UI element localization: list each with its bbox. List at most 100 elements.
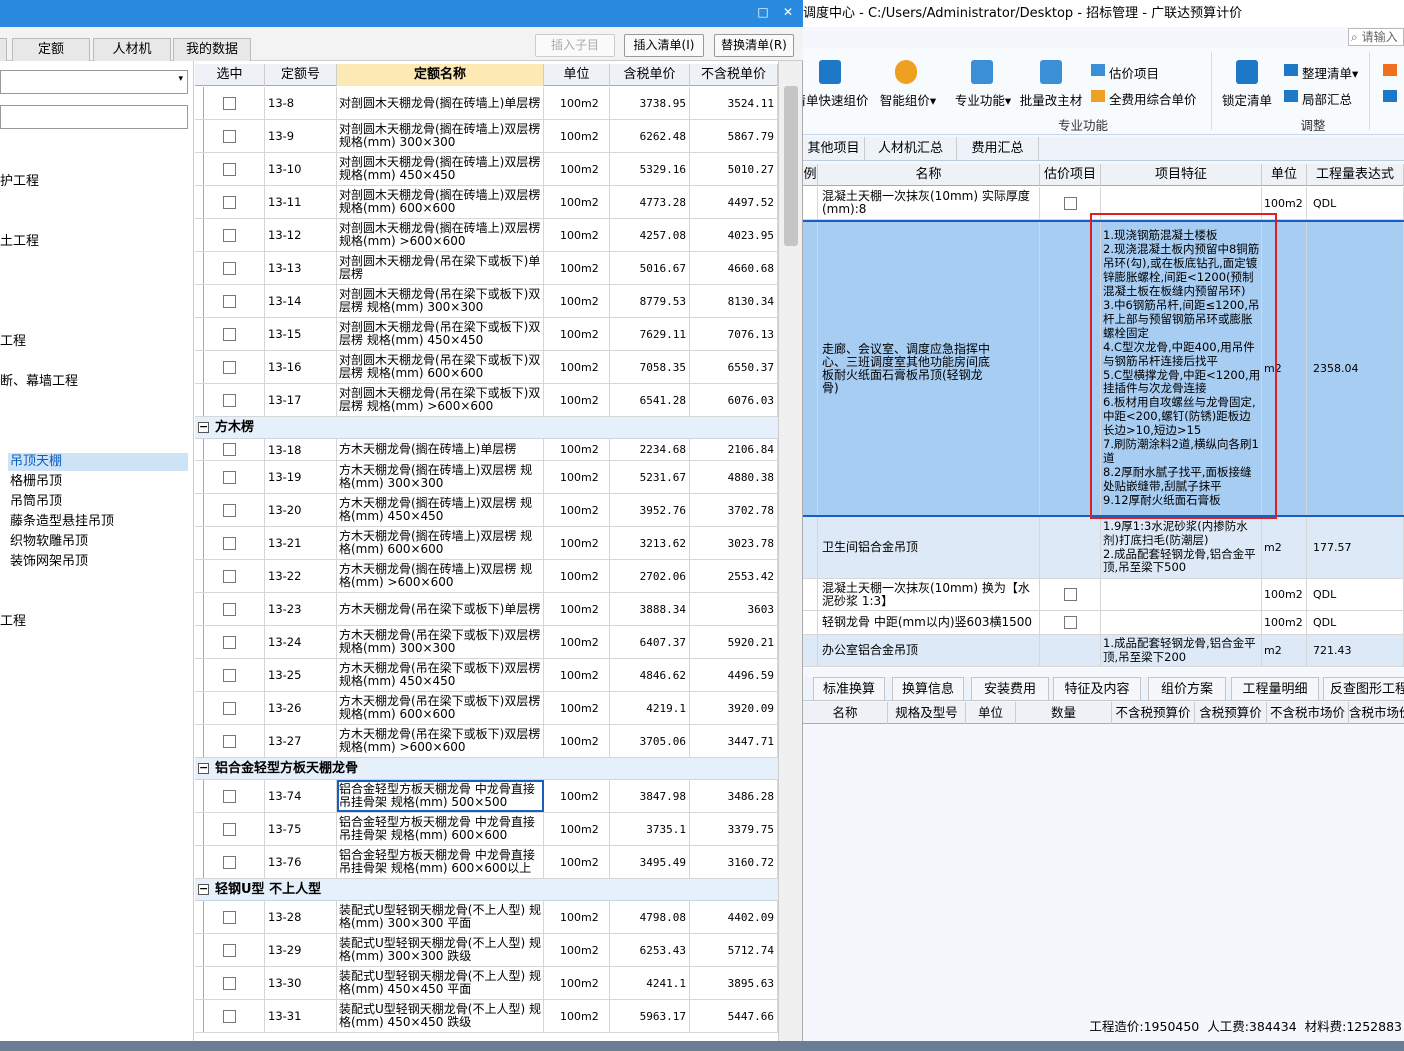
batch-material-button[interactable]: 批量改主材 [1018, 90, 1084, 109]
row-checkbox[interactable] [223, 536, 236, 550]
col-header[interactable]: 名称 [803, 702, 888, 724]
tree-item[interactable]: 吊筒吊顶 [10, 493, 62, 511]
search-input[interactable]: ⌕ 请输入 [1348, 28, 1404, 46]
select-cell[interactable] [195, 219, 265, 251]
tool-icon[interactable] [1383, 90, 1397, 102]
select-cell[interactable] [195, 813, 265, 845]
col-header[interactable]: 单位 [1262, 164, 1307, 186]
row-checkbox[interactable] [223, 668, 236, 682]
row-checkbox[interactable] [223, 228, 236, 242]
col-header[interactable]: 工程量表达式 [1307, 164, 1404, 186]
close-icon[interactable]: ✕ [781, 5, 795, 19]
quota-row[interactable]: 13-28 装配式U型轻钢天棚龙骨(不上人型) 规格(mm) 300×300 平面… [195, 901, 778, 934]
col-header[interactable]: 含税预算价 [1195, 702, 1267, 724]
col-header[interactable]: 不含税市场价 [1267, 702, 1349, 724]
lock-list-button[interactable]: 锁定清单 [1217, 90, 1277, 109]
row-checkbox[interactable] [223, 569, 236, 583]
group-row[interactable]: − 方木楞 [195, 417, 778, 439]
quota-row[interactable]: 13-25 方木天棚龙骨(吊在梁下或板下)双层楞 规格(mm) 450×450 10… [195, 659, 778, 692]
bill-row[interactable]: 办公室铝合金吊顶 1.成品配套轻钢龙骨,铝合金平顶,吊至梁下200 m2 721.43 [803, 635, 1404, 667]
col-header[interactable]: 不含税预算价 [1112, 702, 1195, 724]
col-header[interactable]: 含税市场价 [1349, 702, 1404, 724]
collapse-icon[interactable]: − [198, 421, 209, 433]
select-cell[interactable] [195, 494, 265, 526]
bill-row[interactable]: 混凝土天棚一次抹灰(10mm) 换为【水泥砂浆 1:3】 100m2 QDL [803, 579, 1404, 611]
row-checkbox[interactable] [223, 602, 236, 616]
quota-row[interactable]: 13-29 装配式U型轻钢天棚龙骨(不上人型) 规格(mm) 300×300 跌级… [195, 934, 778, 967]
col-header[interactable]: 不含税单价 [690, 64, 778, 86]
select-cell[interactable] [195, 659, 265, 691]
row-checkbox[interactable] [223, 734, 236, 748]
row-checkbox[interactable] [223, 393, 236, 407]
select-cell[interactable] [195, 846, 265, 878]
quota-row[interactable]: 13-11 对剖圆木天棚龙骨(搁在砖墙上)双层楞 规格(mm) 600×600 10… [195, 186, 778, 219]
select-cell[interactable] [195, 439, 265, 460]
quota-row[interactable]: 13-24 方木天棚龙骨(吊在梁下或板下)双层楞 规格(mm) 300×300 10… [195, 626, 778, 659]
quota-row[interactable]: 13-20 方木天棚龙骨(搁在砖墙上)双层楞 规格(mm) 450×450 100m… [195, 494, 778, 527]
estimate-item-button[interactable]: 估价项目 [1109, 63, 1159, 82]
col-header[interactable]: 数量 [1016, 702, 1112, 724]
select-cell[interactable] [195, 461, 265, 493]
col-header[interactable]: 规格及型号 [888, 702, 966, 724]
group-row[interactable]: − 轻钢U型 不上人型 [195, 879, 778, 901]
tree-item[interactable]: 护工程 [0, 173, 39, 191]
col-header[interactable]: 含税单价 [610, 64, 690, 86]
row-checkbox[interactable] [223, 503, 236, 517]
estimate-checkbox[interactable] [1063, 196, 1077, 210]
select-cell[interactable] [195, 527, 265, 559]
organize-list-button[interactable]: 整理清单▾ [1302, 63, 1358, 82]
tab-partial[interactable] [0, 38, 7, 61]
row-checkbox[interactable] [223, 701, 236, 715]
row-checkbox[interactable] [223, 443, 236, 456]
row-checkbox[interactable] [223, 470, 236, 484]
bill-row[interactable]: 卫生间铝合金吊顶 1.9厚1:3水泥砂浆(内掺防水剂)打底扫毛(防潮层) 2.成品… [803, 517, 1404, 579]
tree-item[interactable]: 工程 [0, 333, 26, 351]
tab-my-data[interactable]: 我的数据 [173, 38, 251, 61]
row-checkbox[interactable] [223, 943, 236, 957]
row-checkbox[interactable] [223, 162, 236, 176]
select-cell[interactable] [195, 967, 265, 999]
quota-row[interactable]: 13-13 对剖圆木天棚龙骨(吊在梁下或板下)单层楞 100m2 5016.67 466… [195, 252, 778, 285]
select-cell[interactable] [195, 285, 265, 317]
row-checkbox[interactable] [223, 855, 236, 869]
library-select[interactable]: ▾ [0, 70, 188, 94]
tab-features[interactable]: 特征及内容 [1053, 677, 1141, 701]
select-cell[interactable] [195, 384, 265, 416]
select-cell[interactable] [195, 153, 265, 185]
quota-row[interactable]: 13-18 方木天棚龙骨(搁在砖墙上)单层楞 100m2 2234.68 2106.84 [195, 439, 778, 461]
tab-labor-material[interactable]: 人材机 [93, 38, 171, 61]
estimate-checkbox[interactable] [1063, 588, 1077, 601]
smart-pricing-button[interactable]: 智能组价▾ [877, 90, 939, 109]
quota-row[interactable]: 13-21 方木天棚龙骨(搁在砖墙上)双层楞 规格(mm) 600×600 100m… [195, 527, 778, 560]
replace-list-button[interactable]: 替换清单(R) [714, 34, 794, 57]
quota-row[interactable]: 13-74 铝合金轻型方板天棚龙骨 中龙骨直接吊挂骨架 规格(mm) 500×50… [195, 780, 778, 813]
select-cell[interactable] [195, 120, 265, 152]
quota-row[interactable]: 13-16 对剖圆木天棚龙骨(吊在梁下或板下)双层楞 规格(mm) 600×600… [195, 351, 778, 384]
quota-row[interactable]: 13-15 对剖圆木天棚龙骨(吊在梁下或板下)双层楞 规格(mm) 450×450… [195, 318, 778, 351]
quota-row[interactable]: 13-26 方木天棚龙骨(吊在梁下或板下)双层楞 规格(mm) 600×600 10… [195, 692, 778, 725]
quota-row[interactable]: 13-10 对剖圆木天棚龙骨(搁在砖墙上)双层楞 规格(mm) 450×450 10… [195, 153, 778, 186]
col-header[interactable]: 例 [803, 164, 818, 186]
quota-row[interactable]: 13-30 装配式U型轻钢天棚龙骨(不上人型) 规格(mm) 450×450 平面… [195, 967, 778, 1000]
quota-row[interactable]: 13-22 方木天棚龙骨(搁在砖墙上)双层楞 规格(mm) >600×600 100… [195, 560, 778, 593]
quota-row[interactable]: 13-14 对剖圆木天棚龙骨(吊在梁下或板下)双层楞 规格(mm) 300×300… [195, 285, 778, 318]
restore-icon[interactable]: □ [756, 5, 770, 19]
quota-row[interactable]: 13-76 铝合金轻型方板天棚龙骨 中龙骨直接吊挂骨架 规格(mm) 600×60… [195, 846, 778, 879]
collapse-icon[interactable]: − [198, 883, 209, 895]
tab-other-items[interactable]: 其他项目 [803, 137, 865, 161]
tab-quota[interactable]: 定额 [12, 38, 90, 61]
row-checkbox[interactable] [223, 294, 236, 308]
tree-item[interactable]: 装饰网架吊顶 [10, 553, 88, 571]
tree-item[interactable]: 格栅吊顶 [10, 473, 62, 491]
tree-item[interactable]: 藤条造型悬挂吊顶 [10, 513, 114, 531]
professional-button[interactable]: 专业功能▾ [952, 90, 1014, 109]
tab-conversion-info[interactable]: 换算信息 [892, 677, 964, 701]
select-cell[interactable] [195, 780, 265, 812]
quota-row[interactable]: 13-8 对剖圆木天棚龙骨(搁在砖墙上)单层楞 100m2 3738.95 3524.1… [195, 87, 778, 120]
col-header[interactable]: 单位 [544, 64, 610, 86]
col-header[interactable]: 选中 [195, 64, 265, 86]
col-header[interactable]: 名称 [818, 164, 1040, 186]
tree-item[interactable]: 断、幕墙工程 [0, 373, 78, 391]
row-checkbox[interactable] [223, 261, 236, 275]
select-cell[interactable] [195, 87, 265, 119]
